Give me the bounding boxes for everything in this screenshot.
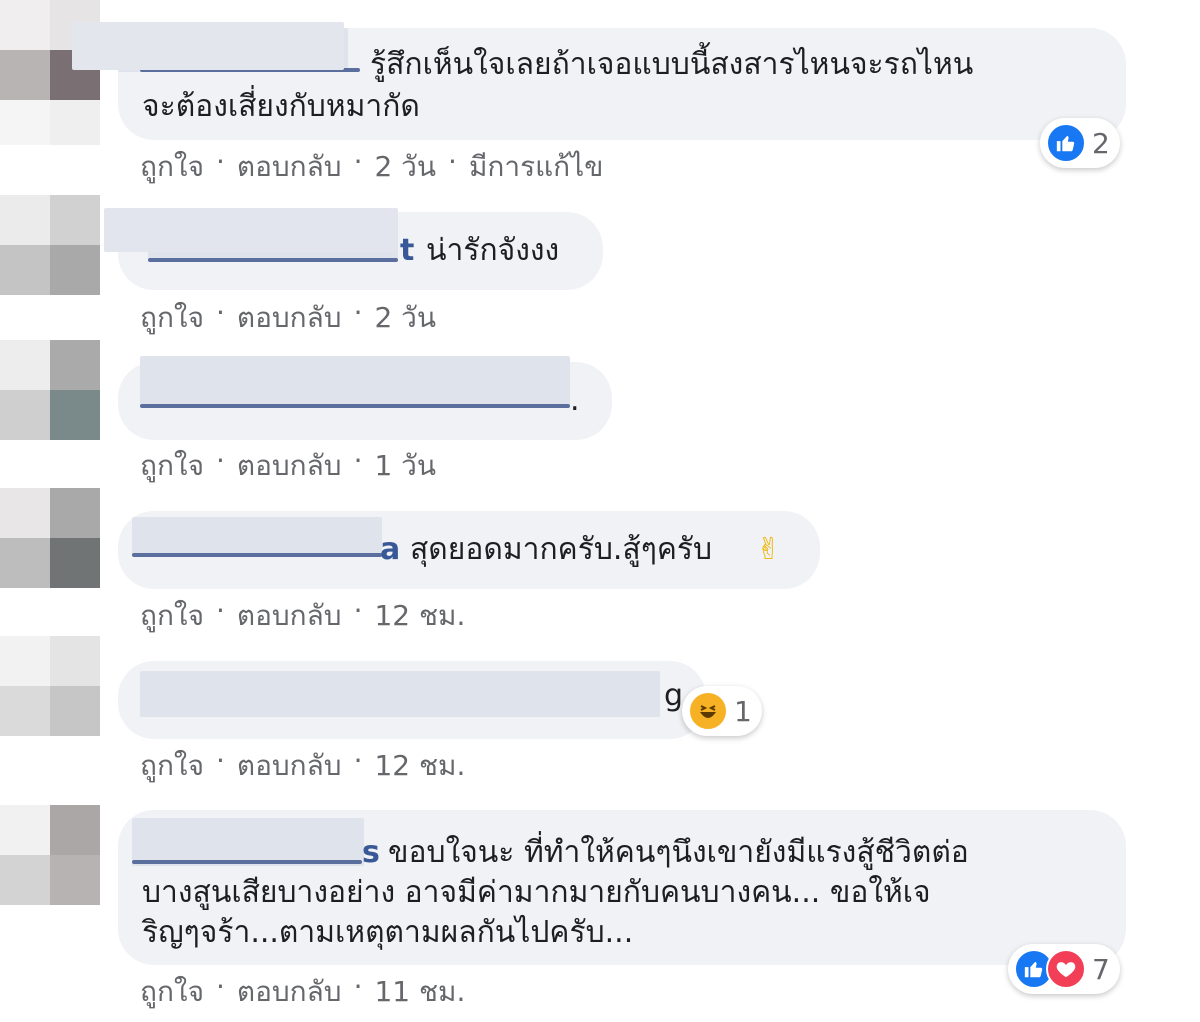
reply-link[interactable]: ตอบกลับ [237,296,342,340]
avatar[interactable] [0,805,100,905]
separator: · [215,145,225,178]
blurred-author-name [132,818,364,866]
avatar[interactable] [0,195,100,295]
separator: · [215,296,225,329]
like-link[interactable]: ถูกใจ [140,444,204,488]
comment-actions: ถูกใจ · ตอบกลับ · 1 วัน [140,444,436,488]
blurred-author-name [72,22,344,70]
separator: · [215,970,225,1003]
blurred-author-name-underline [132,860,362,864]
blurred-author-name-underline [132,553,382,557]
separator: · [353,594,363,627]
author-name-fragment[interactable]: s [362,832,380,874]
victory-hand-icon: ✌ [756,532,782,567]
haha-icon [688,691,728,731]
comment-text: ขอบใจนะ ที่ทำให้คนๆนึงเขายังมีแรงสู้ชีวิ… [388,835,969,870]
avatar[interactable] [0,636,100,736]
reply-link[interactable]: ตอบกลับ [237,444,342,488]
separator: · [353,444,363,477]
separator: · [353,744,363,777]
blurred-author-name [140,671,660,717]
comment-bubble: s ขอบใจนะ ที่ทำให้คนๆนึงเขายังมีแรงสู้ชี… [118,810,1126,965]
comment-actions: ถูกใจ · ตอบกลับ · 2 วัน [140,296,436,340]
separator: · [215,744,225,777]
comment-actions: ถูกใจ · ตอบกลับ · 2 วัน · มีการแก้ไข [140,145,603,189]
avatar[interactable] [0,488,100,588]
timestamp[interactable]: 11 ชม. [374,970,465,1014]
blurred-author-name-underline [140,404,570,408]
separator: · [215,594,225,627]
timestamp[interactable]: 12 ชม. [374,744,465,788]
author-name-fragment[interactable]: t [400,230,414,272]
like-link[interactable]: ถูกใจ [140,594,204,638]
comment-text: สุดยอดมากครับ.สู้ๆครับ [410,532,713,567]
avatar[interactable] [0,340,100,440]
author-name-fragment[interactable]: a [380,529,400,571]
blurred-author-name [140,356,570,406]
comment-bubble: . [118,356,612,440]
reaction-count: 7 [1092,952,1110,986]
comment-text: . [570,383,580,418]
avatar [0,100,100,145]
separator: · [353,145,363,178]
comment-text: รู้สึกเห็นใจเลยถ้าเจอแบบนี้สงสารไหนจะรถไ… [370,47,974,82]
comment-text: จะต้องเสี่ยงกับหมากัด [142,89,420,124]
reply-link[interactable]: ตอบกลับ [237,970,342,1014]
like-link[interactable]: ถูกใจ [140,145,204,189]
reaction-summary[interactable]: 2 [1040,118,1120,168]
like-link[interactable]: ถูกใจ [140,296,204,340]
reply-link[interactable]: ตอบกลับ [237,145,342,189]
blurred-author-name [104,208,398,252]
timestamp[interactable]: 12 ชม. [374,594,465,638]
comment-text: g [664,678,684,713]
reaction-count: 1 [734,694,752,728]
comment-actions: ถูกใจ · ตอบกลับ · 12 ชม. [140,594,465,638]
timestamp[interactable]: 1 วัน [374,444,436,488]
reply-link[interactable]: ตอบกลับ [237,744,342,788]
timestamp[interactable]: 2 วัน [374,296,436,340]
separator: · [215,444,225,477]
like-link[interactable]: ถูกใจ [140,744,204,788]
like-icon [1046,123,1086,163]
comment-bubble: g [118,661,706,739]
separator: · [353,970,363,1003]
love-icon [1046,949,1086,989]
comment-actions: ถูกใจ · ตอบกลับ · 11 ชม. [140,970,465,1014]
comment-actions: ถูกใจ · ตอบกลับ · 12 ชม. [140,744,465,788]
timestamp[interactable]: 2 วัน [374,145,436,189]
blurred-author-name [132,517,382,557]
comment-text: บางสูนเสียบางอย่าง อาจมีค่ามากมายกับคนบา… [142,875,931,910]
edited-label[interactable]: มีการแก้ไข [469,145,603,189]
separator: · [448,145,457,178]
comment-text: ริญๆจร้า...ตามเหตุตามผลกันไปครับ... [142,915,634,950]
like-link[interactable]: ถูกใจ [140,970,204,1014]
reaction-summary[interactable]: 1 [682,686,762,736]
reaction-summary[interactable]: 7 [1008,944,1120,994]
reaction-count: 2 [1092,126,1110,160]
separator: · [353,296,363,329]
comment-text: น่ารักจังงง [426,233,560,268]
reply-link[interactable]: ตอบกลับ [237,594,342,638]
blurred-author-name-underline [148,258,398,262]
comment-bubble: a สุดยอดมากครับ.สู้ๆครับ ✌ [118,511,820,589]
